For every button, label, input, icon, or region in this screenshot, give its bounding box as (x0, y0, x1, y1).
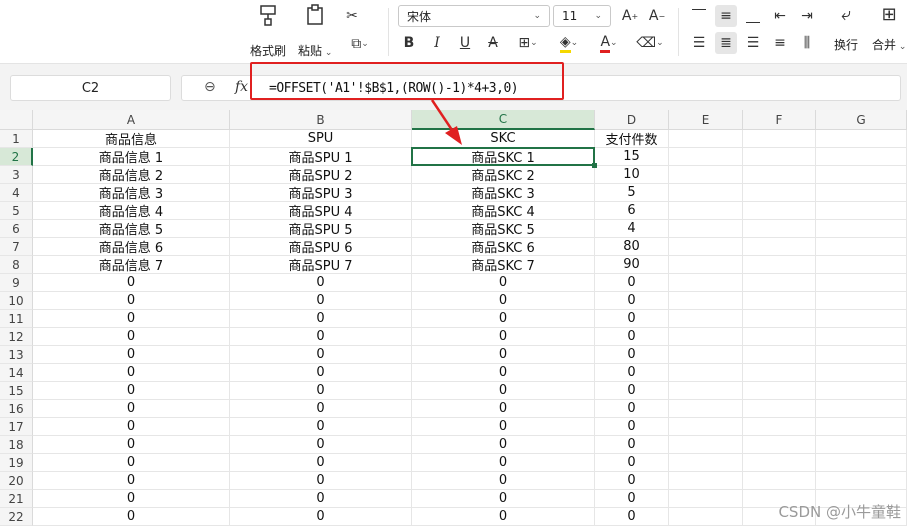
watermark: CSDN @小牛童鞋 (778, 503, 901, 521)
annotation-arrow (430, 99, 462, 145)
